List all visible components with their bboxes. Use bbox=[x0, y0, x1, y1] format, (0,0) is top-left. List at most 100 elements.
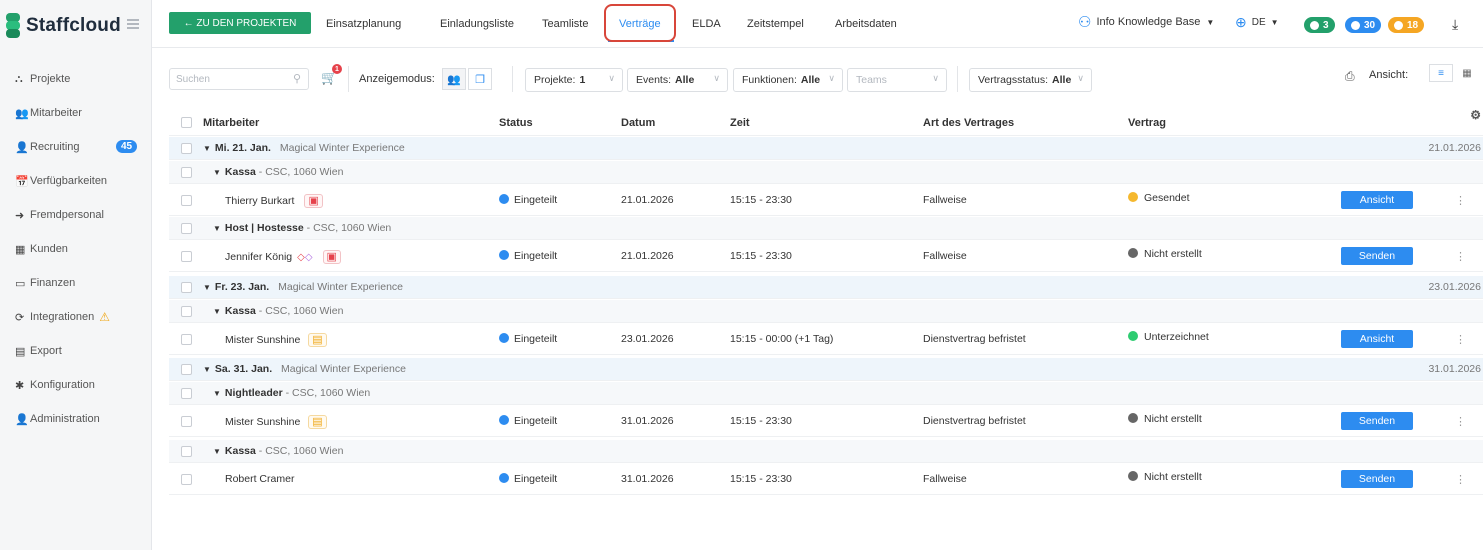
document-icon[interactable]: ▤ bbox=[308, 332, 327, 347]
function-group-row[interactable]: ▼ Host | Hostesse - CSC, 1060 Wien bbox=[169, 217, 1483, 240]
hamburger-menu-icon[interactable] bbox=[127, 19, 139, 29]
caret-down-icon: ▼ bbox=[213, 389, 221, 398]
sidebar-item-mitarbeiter[interactable]: 👥 Mitarbeiter bbox=[0, 96, 152, 130]
grid-view-button[interactable]: ▦ bbox=[1456, 64, 1478, 82]
notification-count-badge[interactable]: 30 bbox=[1345, 17, 1382, 33]
send-contract-button[interactable]: Senden bbox=[1341, 470, 1413, 488]
sidebar-item-recruiting[interactable]: 👤 Recruiting 45 bbox=[0, 130, 152, 164]
list-view-button[interactable]: ≡ bbox=[1429, 64, 1453, 82]
send-contract-button[interactable]: Senden bbox=[1341, 412, 1413, 430]
row-checkbox[interactable] bbox=[181, 473, 192, 485]
sidebar-item-projekte[interactable]: ⛬ Projekte bbox=[0, 62, 152, 96]
more-options-icon[interactable]: ⋮ bbox=[1455, 333, 1466, 346]
projects-select[interactable]: Projekte: 1 ∨ bbox=[525, 68, 623, 92]
row-checkbox[interactable] bbox=[181, 250, 192, 262]
tab-einladungsliste[interactable]: Einladungsliste bbox=[440, 18, 514, 30]
row-checkbox[interactable] bbox=[181, 194, 192, 206]
view-contract-button[interactable]: Ansicht bbox=[1341, 330, 1413, 348]
back-to-projects-button[interactable]: ← ZU DEN PROJEKTEN bbox=[169, 12, 311, 34]
date-group-row[interactable]: ▼ Mi. 21. Jan. Magical Winter Experience … bbox=[169, 137, 1483, 160]
sidebar-item-finanzen[interactable]: ▭ Finanzen bbox=[0, 266, 152, 300]
tab-elda[interactable]: ELDA bbox=[692, 18, 721, 30]
more-options-icon[interactable]: ⋮ bbox=[1455, 250, 1466, 263]
functions-select[interactable]: Funktionen: Alle ∨ bbox=[733, 68, 843, 92]
events-select[interactable]: Events: Alle ∨ bbox=[627, 68, 728, 92]
display-mode-list-button[interactable]: ❐ bbox=[468, 68, 492, 90]
column-header[interactable]: Mitarbeiter bbox=[203, 117, 259, 129]
alert-count: 18 bbox=[1407, 19, 1419, 31]
more-options-icon[interactable]: ⋮ bbox=[1455, 194, 1466, 207]
function-group-row[interactable]: ▼ Nightleader - CSC, 1060 Wien bbox=[169, 382, 1483, 405]
table-settings-gear-icon[interactable]: ⚙ bbox=[1470, 108, 1481, 122]
row-checkbox[interactable] bbox=[181, 142, 192, 154]
table-row[interactable]: Robert Cramer Eingeteilt 31.01.2026 15:1… bbox=[169, 464, 1483, 495]
employee-name[interactable]: Robert Cramer bbox=[225, 473, 294, 485]
table-row[interactable]: Thierry Burkart ▣ Eingeteilt 21.01.2026 1… bbox=[169, 185, 1483, 216]
function-name: Host | Hostesse bbox=[224, 222, 304, 234]
date-group-row[interactable]: ▼ Fr. 23. Jan. Magical Winter Experience … bbox=[169, 276, 1483, 299]
pdf-export-icon[interactable]: ⎙ bbox=[1345, 69, 1355, 84]
row-checkbox[interactable] bbox=[181, 305, 192, 317]
employee-name[interactable]: Thierry Burkart bbox=[225, 195, 294, 207]
row-checkbox[interactable] bbox=[181, 415, 192, 427]
row-checkbox[interactable] bbox=[181, 281, 192, 293]
employee-name[interactable]: Jennifer König bbox=[225, 251, 292, 263]
contract-status-select[interactable]: Vertragsstatus: Alle ∨ bbox=[969, 68, 1092, 92]
contract-type-cell: Fallweise bbox=[923, 473, 967, 485]
search-input[interactable]: Suchen ⚲ bbox=[169, 68, 309, 90]
table-row[interactable]: Mister Sunshine ▤ Eingeteilt 31.01.2026 1… bbox=[169, 406, 1483, 437]
function-group-row[interactable]: ▼ Kassa - CSC, 1060 Wien bbox=[169, 161, 1483, 184]
sidebar-item-konfiguration[interactable]: ✱ Konfiguration bbox=[0, 368, 152, 402]
row-checkbox[interactable] bbox=[181, 363, 192, 375]
date-cell: 21.01.2026 bbox=[621, 250, 674, 262]
teams-select[interactable]: Teams ∨ bbox=[847, 68, 947, 92]
date-group-row[interactable]: ▼ Sa. 31. Jan. Magical Winter Experience … bbox=[169, 358, 1483, 381]
user-menu[interactable]: ⚇ Info Knowledge Base ▼ bbox=[1078, 13, 1214, 31]
download-icon[interactable]: ⤓ bbox=[1452, 16, 1458, 33]
globe-icon: ⊕ bbox=[1235, 14, 1247, 30]
display-mode-group-button[interactable]: 👥 bbox=[442, 68, 466, 90]
tab-einsatzplanung[interactable]: Einsatzplanung bbox=[326, 18, 401, 30]
document-icon[interactable]: ▤ bbox=[308, 414, 327, 429]
table-row[interactable]: Jennifer König ◇◇ ▣ Eingeteilt 21.01.2026 … bbox=[169, 241, 1483, 272]
row-checkbox[interactable] bbox=[181, 333, 192, 345]
sidebar-item-kunden[interactable]: ▦ Kunden bbox=[0, 232, 152, 266]
brand-name: Staffcloud bbox=[26, 15, 121, 36]
pdf-document-icon[interactable]: ▣ bbox=[304, 193, 323, 208]
function-group-row[interactable]: ▼ Kassa - CSC, 1060 Wien bbox=[169, 300, 1483, 323]
row-checkbox[interactable] bbox=[181, 166, 192, 178]
group-event: Magical Winter Experience bbox=[278, 281, 404, 293]
select-all-checkbox[interactable] bbox=[181, 117, 192, 128]
chat-count-badge[interactable]: 3 bbox=[1304, 17, 1335, 33]
sidebar-item-integrationen[interactable]: ⟳ Integrationen ⚠ bbox=[0, 300, 152, 334]
tab-teamliste[interactable]: Teamliste bbox=[542, 18, 588, 30]
tab-zeitstempel[interactable]: Zeitstempel bbox=[747, 18, 804, 30]
tab-arbeitsdaten[interactable]: Arbeitsdaten bbox=[835, 18, 897, 30]
employee-name[interactable]: Mister Sunshine bbox=[225, 416, 300, 428]
row-checkbox[interactable] bbox=[181, 222, 192, 234]
sidebar-item-fremdpersonal[interactable]: ➜ Fremdpersonal bbox=[0, 198, 152, 232]
alert-count-badge[interactable]: 18 bbox=[1388, 17, 1425, 33]
copy-icon: ❐ bbox=[475, 73, 485, 86]
send-contract-button[interactable]: Senden bbox=[1341, 247, 1413, 265]
column-header[interactable]: Zeit bbox=[730, 117, 750, 129]
sidebar-item-verfuegbarkeiten[interactable]: 📅 Verfügbarkeiten bbox=[0, 164, 152, 198]
view-contract-button[interactable]: Ansicht bbox=[1341, 191, 1413, 209]
more-options-icon[interactable]: ⋮ bbox=[1455, 473, 1466, 486]
brand-logo[interactable]: Staffcloud bbox=[6, 12, 121, 40]
row-checkbox[interactable] bbox=[181, 387, 192, 399]
row-checkbox[interactable] bbox=[181, 445, 192, 457]
date-cell: 31.01.2026 bbox=[621, 473, 674, 485]
language-selector[interactable]: ⊕ DE ▼ bbox=[1235, 14, 1279, 31]
employee-name[interactable]: Mister Sunshine bbox=[225, 334, 300, 346]
more-options-icon[interactable]: ⋮ bbox=[1455, 415, 1466, 428]
sidebar-item-export[interactable]: ▤ Export bbox=[0, 334, 152, 368]
sidebar-item-administration[interactable]: 👤 Administration bbox=[0, 402, 152, 436]
column-header[interactable]: Vertrag bbox=[1128, 117, 1166, 129]
table-row[interactable]: Mister Sunshine ▤ Eingeteilt 23.01.2026 1… bbox=[169, 324, 1483, 355]
pdf-document-icon[interactable]: ▣ bbox=[322, 249, 341, 264]
column-header[interactable]: Art des Vertrages bbox=[923, 117, 1014, 129]
column-header[interactable]: Status bbox=[499, 117, 533, 129]
column-header[interactable]: Datum bbox=[621, 117, 655, 129]
function-group-row[interactable]: ▼ Kassa - CSC, 1060 Wien bbox=[169, 440, 1483, 463]
